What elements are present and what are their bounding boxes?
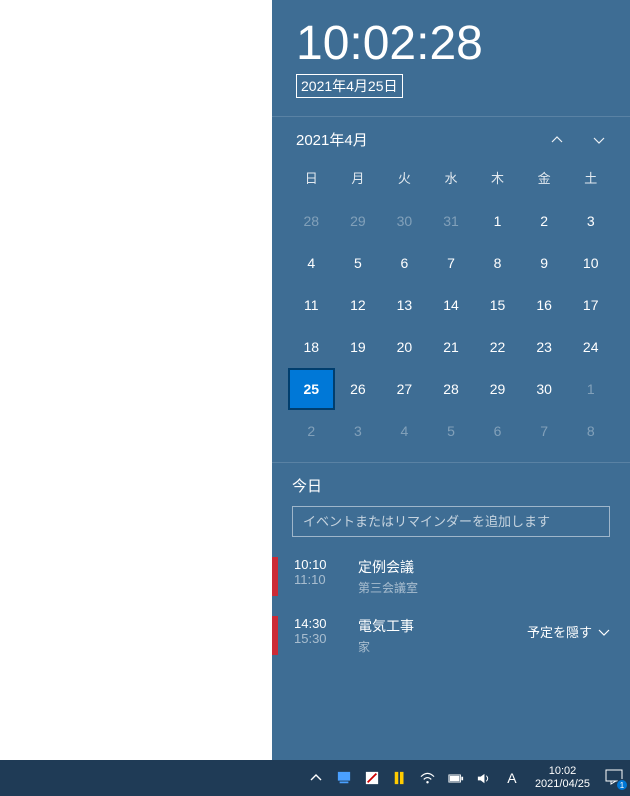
calendar-day[interactable]: 4 (288, 242, 335, 284)
calendar-day[interactable]: 21 (428, 326, 475, 368)
weekday-row: 日月火水木金土 (272, 158, 630, 200)
calendar-day[interactable]: 29 (474, 368, 521, 410)
calendar-day[interactable]: 1 (474, 200, 521, 242)
calendar-day[interactable]: 16 (521, 284, 568, 326)
event-color-bar (272, 616, 278, 655)
calendar-day[interactable]: 30 (521, 368, 568, 410)
calendar-day[interactable]: 2 (521, 200, 568, 242)
calendar-day[interactable]: 31 (428, 200, 475, 242)
chevron-down-icon (598, 626, 610, 638)
calendar-day[interactable]: 10 (567, 242, 614, 284)
calendar-day[interactable]: 1 (567, 368, 614, 410)
tray-security-icon[interactable] (363, 769, 381, 787)
notification-center-button[interactable]: 1 (604, 767, 626, 789)
event-end: 15:30 (294, 631, 358, 646)
calendar-day-today[interactable]: 25 (288, 368, 335, 410)
event-time: 10:1011:10 (294, 557, 358, 596)
battery-icon[interactable] (447, 769, 465, 787)
calendar-day[interactable]: 28 (428, 368, 475, 410)
calendar-day[interactable]: 3 (567, 200, 614, 242)
system-tray: A 10:02 2021/04/25 1 (307, 765, 626, 791)
event-title: 定例会議 (358, 557, 418, 577)
taskbar-time: 10:02 (535, 765, 590, 778)
calendar-day[interactable]: 19 (335, 326, 382, 368)
event-start: 14:30 (294, 616, 358, 631)
calendar-day[interactable]: 29 (335, 200, 382, 242)
event-end: 11:10 (294, 572, 358, 587)
taskbar-date: 2021/04/25 (535, 778, 590, 791)
calendar-day[interactable]: 5 (335, 242, 382, 284)
event-title: 電気工事 (358, 616, 414, 636)
calendar-day[interactable]: 6 (474, 410, 521, 452)
agenda-event[interactable]: 10:1011:10定例会議第三会議室 (272, 557, 610, 596)
month-header: 2021年4月 (272, 117, 630, 158)
calendar-day[interactable]: 7 (428, 242, 475, 284)
taskbar-clock[interactable]: 10:02 2021/04/25 (531, 765, 594, 791)
event-location: 家 (358, 638, 414, 655)
calendar-day[interactable]: 8 (474, 242, 521, 284)
calendar-day[interactable]: 23 (521, 326, 568, 368)
calendar-day[interactable]: 9 (521, 242, 568, 284)
calendar-day[interactable]: 13 (381, 284, 428, 326)
weekday-label: 金 (521, 158, 568, 200)
calendar-day[interactable]: 27 (381, 368, 428, 410)
prev-month-button[interactable] (550, 133, 564, 147)
clock-date-link[interactable]: 2021年4月25日 (296, 74, 403, 98)
calendar-day[interactable]: 30 (381, 200, 428, 242)
month-label[interactable]: 2021年4月 (296, 129, 368, 150)
weekday-label: 木 (474, 158, 521, 200)
calendar-day[interactable]: 20 (381, 326, 428, 368)
event-body: 定例会議第三会議室 (358, 557, 418, 596)
tray-overflow-button[interactable] (307, 769, 325, 787)
next-month-button[interactable] (592, 133, 606, 147)
calendar-day[interactable]: 12 (335, 284, 382, 326)
add-event-input[interactable] (292, 506, 610, 537)
weekday-label: 水 (428, 158, 475, 200)
calendar-day[interactable]: 14 (428, 284, 475, 326)
calendar-day[interactable]: 26 (335, 368, 382, 410)
hide-agenda-label: 予定を隠す (527, 622, 592, 641)
event-location: 第三会議室 (358, 579, 418, 596)
calendar-day[interactable]: 4 (381, 410, 428, 452)
calendar-day[interactable]: 24 (567, 326, 614, 368)
agenda-panel: 今日 10:1011:10定例会議第三会議室14:3015:30電気工事家 予定… (272, 462, 630, 655)
calendar-day[interactable]: 11 (288, 284, 335, 326)
event-body: 電気工事家 (358, 616, 414, 655)
calendar-day[interactable]: 6 (381, 242, 428, 284)
calendar-day[interactable]: 17 (567, 284, 614, 326)
calendar-grid: 2829303112345678910111213141516171819202… (272, 200, 630, 452)
weekday-label: 土 (567, 158, 614, 200)
ime-indicator[interactable]: A (503, 769, 521, 787)
month-nav (550, 133, 606, 147)
calendar-day[interactable]: 18 (288, 326, 335, 368)
event-color-bar (272, 557, 278, 596)
calendar-flyout: 10:02:28 2021年4月25日 2021年4月 日月火水木金土 2829… (272, 0, 630, 760)
calendar-day[interactable]: 15 (474, 284, 521, 326)
event-time: 14:3015:30 (294, 616, 358, 655)
calendar-day[interactable]: 3 (335, 410, 382, 452)
wifi-icon[interactable] (419, 769, 437, 787)
tray-app2-icon[interactable] (391, 769, 409, 787)
notification-badge: 1 (616, 779, 628, 791)
calendar-day[interactable]: 28 (288, 200, 335, 242)
clock-area: 10:02:28 2021年4月25日 (272, 0, 630, 108)
event-start: 10:10 (294, 557, 358, 572)
tray-app-icon[interactable] (335, 769, 353, 787)
hide-agenda-button[interactable]: 予定を隠す (527, 622, 610, 641)
weekday-label: 火 (381, 158, 428, 200)
weekday-label: 日 (288, 158, 335, 200)
calendar-day[interactable]: 2 (288, 410, 335, 452)
calendar-day[interactable]: 7 (521, 410, 568, 452)
calendar-day[interactable]: 22 (474, 326, 521, 368)
calendar-day[interactable]: 5 (428, 410, 475, 452)
calendar-day[interactable]: 8 (567, 410, 614, 452)
taskbar: A 10:02 2021/04/25 1 (0, 760, 630, 796)
volume-icon[interactable] (475, 769, 493, 787)
weekday-label: 月 (335, 158, 382, 200)
agenda-heading: 今日 (292, 475, 610, 496)
clock-time: 10:02:28 (296, 20, 606, 68)
